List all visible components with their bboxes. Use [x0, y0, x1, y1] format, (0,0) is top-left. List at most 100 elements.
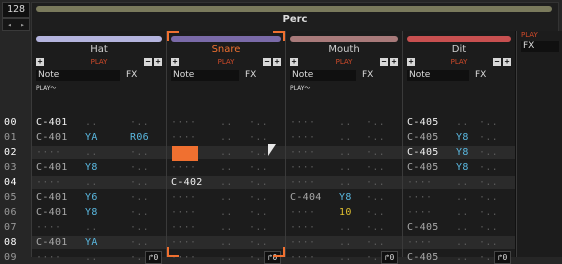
remove-column-button[interactable]: − [493, 58, 501, 66]
remove-column-button[interactable]: − [263, 58, 271, 66]
fx-field[interactable]: FX [521, 41, 559, 52]
instrument-cell[interactable]: .. [220, 251, 233, 264]
instrument-cell[interactable]: .. [339, 176, 352, 189]
fx-cell[interactable]: ·.. [479, 236, 498, 249]
note-cell[interactable]: ···· [36, 176, 61, 189]
note-cell[interactable]: C-405 [407, 131, 439, 144]
instrument-cell[interactable]: .. [339, 251, 352, 264]
track-column-partial[interactable]: PLAY FX [516, 31, 562, 257]
note-cell[interactable]: ···· [290, 236, 315, 249]
add-fx-column-button[interactable]: + [273, 58, 281, 66]
note-cell[interactable]: C-401 [36, 236, 68, 249]
note-cell[interactable]: C-405 [407, 221, 439, 234]
instrument-cell[interactable]: .. [85, 116, 98, 129]
note-cell[interactable]: C-405 [407, 116, 439, 129]
track-column-dit[interactable]: Dit + PLAY − + Note FX C-405.. ·.. C-405 Y8 ·.. C-40… [402, 31, 516, 264]
fx-cell[interactable]: ·.. [479, 221, 498, 234]
note-cell[interactable]: ···· [171, 116, 196, 129]
instrument-cell[interactable]: .. [339, 236, 352, 249]
play-mode-label[interactable]: PLAY〜 [290, 83, 310, 92]
fx-cell[interactable]: ·.. [479, 146, 498, 159]
note-cell[interactable]: C-401 [36, 131, 68, 144]
fx-cell[interactable]: ·.. [130, 221, 149, 234]
loop-button[interactable]: ↱0 [145, 251, 162, 264]
remove-column-button[interactable]: − [144, 58, 152, 66]
note-cell[interactable]: ···· [36, 251, 61, 264]
fx-cell[interactable]: ·.. [249, 116, 268, 129]
fx-field[interactable]: FX [475, 70, 486, 81]
instrument-cell[interactable]: YA [85, 131, 98, 144]
instrument-cell[interactable]: .. [456, 236, 469, 249]
fx-cell[interactable]: ·.. [366, 176, 385, 189]
instrument-cell[interactable]: .. [220, 146, 233, 159]
instrument-cell[interactable]: .. [456, 251, 469, 264]
instrument-cell[interactable]: .. [85, 176, 98, 189]
track-color-bar[interactable] [171, 36, 281, 42]
instrument-cell[interactable]: .. [456, 176, 469, 189]
fx-cell[interactable]: ·.. [366, 161, 385, 174]
note-cell[interactable]: C-405 [407, 251, 439, 264]
track-name[interactable]: Mouth [286, 44, 402, 55]
tempo-arrows[interactable]: ◂ ▸ [2, 18, 30, 31]
instrument-cell[interactable]: .. [339, 131, 352, 144]
fx-cell[interactable]: ·.. [130, 116, 149, 129]
note-cell[interactable]: C-401 [36, 191, 68, 204]
instrument-cell[interactable]: .. [339, 221, 352, 234]
add-fx-column-button[interactable]: + [154, 58, 162, 66]
fx-cell[interactable]: ·.. [249, 176, 268, 189]
instrument-cell[interactable]: Y8 [456, 146, 469, 159]
instrument-cell[interactable]: .. [220, 116, 233, 129]
fx-field[interactable]: FX [126, 70, 137, 81]
instrument-cell[interactable]: .. [456, 191, 469, 204]
note-field[interactable]: Note [171, 70, 239, 81]
note-cell[interactable]: ···· [171, 161, 196, 174]
track-name[interactable]: Hat [32, 44, 166, 55]
instrument-cell[interactable]: .. [456, 221, 469, 234]
loop-button[interactable]: ↱0 [494, 251, 511, 264]
note-cell[interactable]: ···· [290, 131, 315, 144]
fx-cell[interactable]: ·.. [249, 191, 268, 204]
fx-cell[interactable]: ·.. [366, 206, 385, 219]
right-arrow-icon[interactable]: ▸ [20, 21, 24, 29]
fx-cell[interactable]: ·.. [366, 116, 385, 129]
edit-cursor[interactable] [172, 146, 198, 161]
note-cell[interactable]: ···· [171, 221, 196, 234]
instrument-cell[interactable]: Y6 [85, 191, 98, 204]
note-cell[interactable]: ···· [290, 146, 315, 159]
instrument-cell[interactable]: .. [220, 131, 233, 144]
note-cell[interactable]: ···· [290, 221, 315, 234]
instrument-cell[interactable]: .. [339, 146, 352, 159]
fx-cell[interactable]: ·.. [249, 206, 268, 219]
note-cell[interactable]: ···· [290, 251, 315, 264]
note-cell[interactable]: C-401 [36, 116, 68, 129]
note-cell[interactable]: ···· [290, 161, 315, 174]
add-fx-column-button[interactable]: + [503, 58, 511, 66]
fx-cell[interactable]: ·.. [130, 161, 149, 174]
tempo-display[interactable]: 128 [2, 2, 30, 18]
instrument-cell[interactable]: .. [220, 206, 233, 219]
fx-field[interactable]: FX [362, 70, 373, 81]
track-color-bar[interactable] [407, 36, 511, 42]
fx-cell[interactable]: ·.. [366, 221, 385, 234]
note-cell[interactable]: C-402 [171, 176, 203, 189]
fx-cell[interactable]: ·.. [249, 161, 268, 174]
note-cell[interactable]: ···· [407, 176, 432, 189]
fx-field[interactable]: FX [245, 70, 256, 81]
instrument-cell[interactable]: Y8 [339, 191, 352, 204]
fx-cell[interactable]: R06 [130, 131, 149, 144]
track-column-mouth[interactable]: Mouth + PLAY − + Note FX PLAY〜 ····.. ·.. ····.. ·.… [285, 31, 403, 264]
group-color-bar[interactable] [36, 6, 552, 12]
track-name[interactable]: Snare [167, 44, 285, 55]
fx-cell[interactable]: ·.. [130, 236, 149, 249]
note-cell[interactable]: ···· [290, 116, 315, 129]
instrument-cell[interactable]: .. [220, 161, 233, 174]
remove-column-button[interactable]: − [380, 58, 388, 66]
note-cell[interactable]: C-401 [36, 206, 68, 219]
fx-cell[interactable]: ·.. [249, 131, 268, 144]
note-field[interactable]: Note [290, 70, 356, 81]
note-cell[interactable]: ···· [290, 206, 315, 219]
note-field[interactable]: Note [36, 70, 120, 81]
track-color-bar[interactable] [290, 36, 398, 42]
fx-cell[interactable]: ·.. [130, 146, 149, 159]
note-cell[interactable]: ···· [36, 146, 61, 159]
